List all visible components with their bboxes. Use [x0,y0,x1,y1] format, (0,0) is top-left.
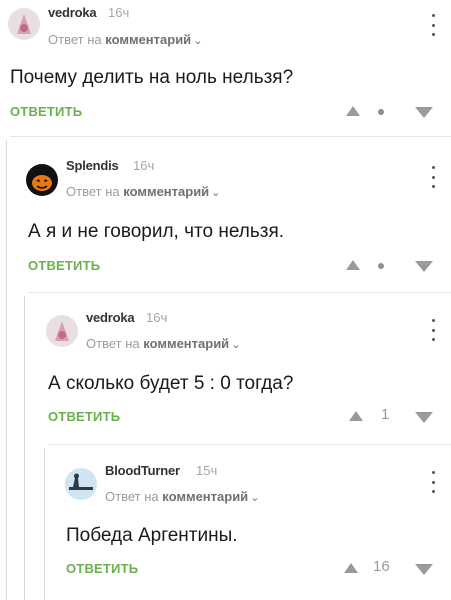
reply-target: комментарий [162,489,249,504]
triangle-down-icon[interactable] [415,564,433,575]
reply-to-link[interactable]: Ответ на комментарий ⌄ [105,489,259,504]
comment-time: 15ч [196,463,218,478]
reply-button[interactable]: ОТВЕТИТЬ [66,561,138,576]
comment-text: Победа Аргентины. [66,525,238,546]
more-vertical-icon[interactable] [425,471,441,493]
reply-prefix: Ответ на [105,489,159,504]
vote-score: 16 [373,558,390,575]
comment-4: BloodTurner 15ч Ответ на комментарий ⌄ По… [0,0,451,600]
chevron-down-icon: ⌄ [250,492,260,504]
author-name[interactable]: BloodTurner [105,463,180,478]
avatar[interactable] [65,468,97,500]
triangle-up-icon[interactable] [344,563,358,573]
